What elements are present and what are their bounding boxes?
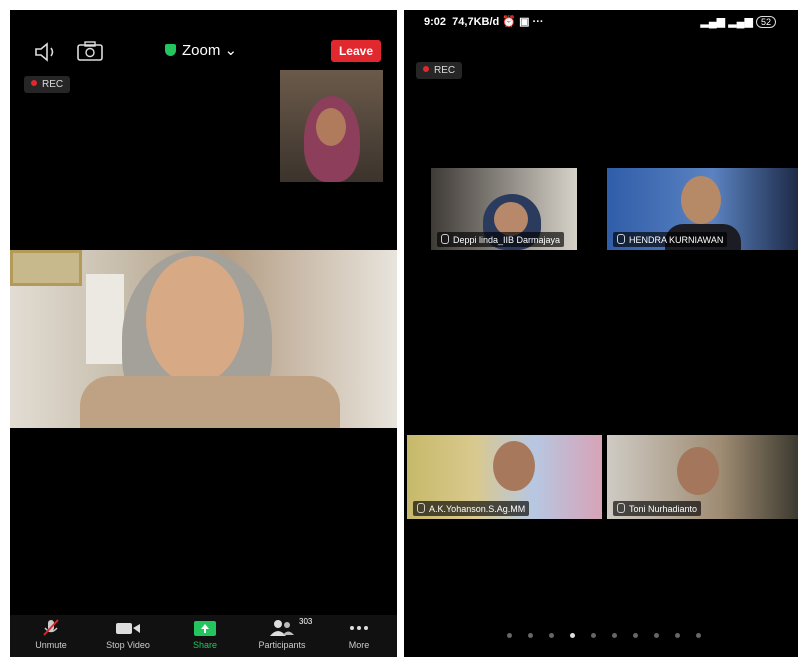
speaker-icon[interactable] — [34, 42, 60, 62]
recording-badge: REC — [24, 76, 71, 93]
overflow-dots-icon: ··· — [532, 16, 544, 28]
chevron-down-icon: ⌄ — [224, 42, 238, 59]
participant-name: A.K.Yohanson.S.Ag.MM — [429, 504, 526, 514]
meeting-app-label: Zoom — [182, 42, 221, 59]
share-label: Share — [192, 640, 218, 650]
right-phone-screen: 9:02 74,7KB/d ⏰ ▣ ··· ▂▄▆ ▂▄▆ 52 REC Dep… — [404, 10, 798, 657]
battery-icon: 52 — [755, 16, 776, 28]
alarm-icon: ⏰ — [502, 16, 516, 28]
status-bar: 9:02 74,7KB/d ⏰ ▣ ··· ▂▄▆ ▂▄▆ 52 — [404, 10, 798, 32]
participant-face — [316, 108, 346, 146]
signal-battery: ▂▄▆ ▂▄▆ 52 — [700, 15, 776, 28]
page-dot[interactable] — [549, 633, 554, 638]
unmute-label: Unmute — [35, 640, 67, 650]
left-phone-screen: Zoom ⌄ Leave REC Unmute Stop Video Share… — [10, 10, 397, 657]
switch-camera-icon[interactable] — [76, 40, 104, 62]
page-dot[interactable] — [528, 633, 533, 638]
status-time-and-speed: 9:02 74,7KB/d ⏰ ▣ ··· — [424, 15, 544, 28]
active-speaker-video[interactable] — [10, 250, 397, 428]
meeting-topbar: Zoom ⌄ Leave — [10, 36, 397, 70]
participant-name: Deppi linda_IIB Darmajaya — [453, 235, 561, 245]
participant-face — [681, 176, 721, 224]
more-button[interactable]: More — [324, 619, 394, 650]
participant-count-badge: 303 — [299, 617, 313, 626]
speaker-shoulders — [80, 376, 340, 428]
participant-tile[interactable]: Toni Nurhadianto — [607, 435, 798, 519]
wall-frame — [10, 250, 82, 286]
page-dot[interactable] — [654, 633, 659, 638]
participant-face — [493, 441, 535, 491]
participant-name-tag: Toni Nurhadianto — [613, 501, 702, 516]
self-view-thumbnail[interactable] — [280, 70, 383, 182]
share-up-arrow-icon — [194, 621, 216, 636]
leave-button[interactable]: Leave — [330, 40, 381, 62]
people-icon — [270, 620, 294, 636]
stop-video-label: Stop Video — [106, 640, 150, 650]
participant-face — [677, 447, 719, 495]
page-dot[interactable] — [507, 633, 512, 638]
video-camera-icon — [116, 623, 140, 634]
participant-name-tag: A.K.Yohanson.S.Ag.MM — [413, 501, 530, 516]
recording-badge-right: REC — [416, 62, 463, 79]
record-dot-icon-right — [423, 66, 429, 72]
page-dot[interactable] — [612, 633, 617, 638]
page-dot[interactable] — [696, 633, 701, 638]
encryption-shield-icon — [165, 44, 176, 56]
speaker-face — [146, 256, 244, 384]
more-dots-icon — [350, 626, 368, 630]
message-icon: ▣ — [519, 16, 530, 28]
mic-muted-icon — [441, 234, 449, 244]
page-indicator[interactable] — [499, 625, 709, 643]
record-dot-icon — [31, 80, 37, 86]
participants-label: Participants — [258, 640, 306, 650]
clock-text: 9:02 — [424, 16, 447, 28]
meeting-toolbar: Unmute Stop Video Share Participants 303… — [10, 615, 397, 657]
meeting-title-dropdown[interactable]: Zoom ⌄ — [165, 41, 237, 59]
participant-name: HENDRA KURNIAWAN — [629, 235, 724, 245]
stop-video-button[interactable]: Stop Video — [93, 619, 163, 650]
participant-face — [494, 202, 528, 236]
signal-bars-icon-2: ▂▄▆ — [728, 16, 753, 28]
page-dot[interactable] — [675, 633, 680, 638]
rec-label: REC — [42, 79, 64, 90]
share-button[interactable]: Share — [170, 619, 240, 650]
signal-bars-icon: ▂▄▆ — [700, 16, 726, 28]
mic-muted-icon — [417, 503, 425, 513]
participant-name-tag: Deppi linda_IIB Darmajaya — [437, 232, 565, 247]
mic-muted-icon — [43, 619, 59, 636]
page-dot[interactable] — [591, 633, 596, 638]
bookshelf — [86, 274, 124, 364]
mic-muted-icon — [617, 503, 625, 513]
rec-label-right: REC — [434, 65, 456, 76]
page-dot[interactable] — [570, 633, 575, 638]
participant-name-tag: HENDRA KURNIAWAN — [613, 232, 728, 247]
unmute-button[interactable]: Unmute — [16, 619, 86, 650]
more-label: More — [348, 640, 370, 650]
participant-tile[interactable]: HENDRA KURNIAWAN — [607, 168, 798, 250]
participant-tile[interactable]: A.K.Yohanson.S.Ag.MM — [407, 435, 602, 519]
participant-name: Toni Nurhadianto — [629, 504, 698, 514]
participant-tile[interactable]: Deppi linda_IIB Darmajaya — [431, 168, 577, 250]
mic-muted-icon — [617, 234, 625, 244]
network-speed: 74,7KB/d — [452, 16, 500, 28]
page-dot[interactable] — [633, 633, 638, 638]
